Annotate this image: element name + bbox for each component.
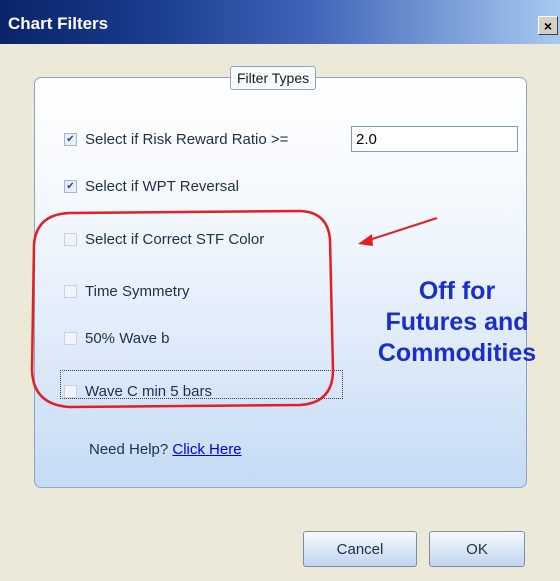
correct-stf-color-label: Select if Correct STF Color <box>85 231 265 248</box>
filter-time-symmetry[interactable]: Time Symmetry <box>64 283 189 300</box>
correct-stf-color-checkbox[interactable] <box>64 233 77 246</box>
wave-b-label: 50% Wave b <box>85 330 170 347</box>
filter-wave-c-min-bars[interactable]: Wave C min 5 bars <box>64 383 212 400</box>
risk-reward-label: Select if Risk Reward Ratio >= <box>85 131 289 148</box>
close-icon: × <box>543 17 553 34</box>
annotation-line: Commodities <box>377 339 537 367</box>
filter-wave-b[interactable]: 50% Wave b <box>64 330 170 347</box>
filter-risk-reward[interactable]: ✔ Select if Risk Reward Ratio >= <box>64 131 288 148</box>
wave-c-min-bars-label: Wave C min 5 bars <box>85 383 212 400</box>
annotation-line: Off for <box>418 277 496 305</box>
time-symmetry-label: Time Symmetry <box>85 283 190 300</box>
filter-wpt-reversal[interactable]: ✔ Select if WPT Reversal <box>64 178 239 195</box>
help-link[interactable]: Click Here <box>172 441 241 458</box>
filter-correct-stf-color[interactable]: Select if Correct STF Color <box>64 231 264 248</box>
annotation-note: Off for Futures and Commodities <box>362 276 552 369</box>
wpt-reversal-checkbox[interactable]: ✔ <box>64 180 77 193</box>
filter-types-legend: Filter Types <box>230 66 317 90</box>
title-bar: Chart Filters × <box>0 0 560 44</box>
ok-button[interactable]: OK <box>429 531 525 567</box>
annotation-line: Futures and <box>385 308 529 336</box>
help-prefix: Need Help? <box>89 441 169 458</box>
risk-reward-ratio-input[interactable] <box>351 126 518 152</box>
wpt-reversal-label: Select if WPT Reversal <box>85 178 239 195</box>
close-button[interactable]: × <box>538 16 558 35</box>
time-symmetry-checkbox[interactable] <box>64 285 77 298</box>
cancel-button[interactable]: Cancel <box>303 531 417 567</box>
wave-b-checkbox[interactable] <box>64 332 77 345</box>
wave-c-min-bars-checkbox[interactable] <box>64 385 77 398</box>
help-text: Need Help? Click Here <box>89 441 242 458</box>
chart-filters-dialog: Chart Filters × Filter Types ✔ Select if… <box>0 0 560 581</box>
window-title: Chart Filters <box>8 14 109 33</box>
risk-reward-checkbox[interactable]: ✔ <box>64 133 77 146</box>
